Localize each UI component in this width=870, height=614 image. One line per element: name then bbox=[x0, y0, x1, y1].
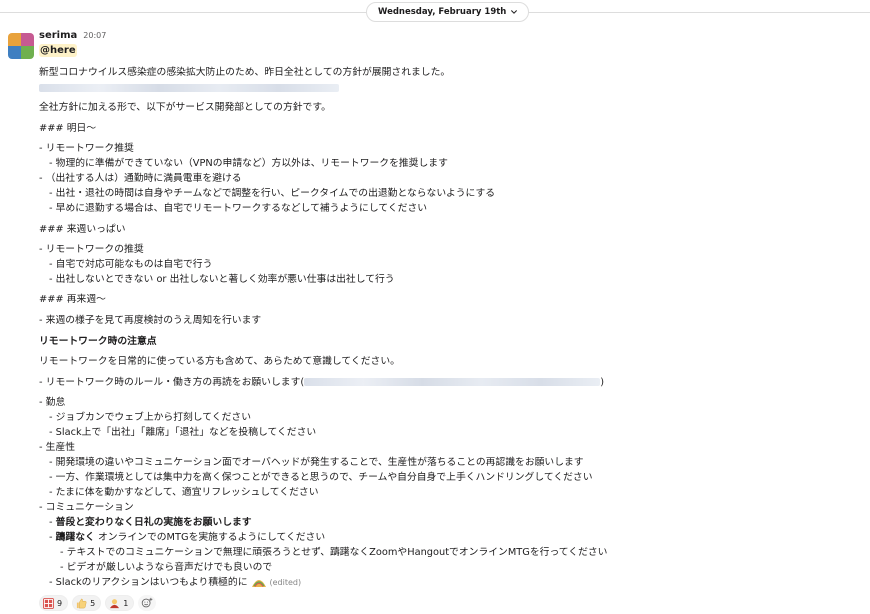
redacted-link[interactable] bbox=[304, 378, 601, 386]
list-item-text: ) bbox=[600, 377, 605, 388]
reaction-thumbs-up[interactable]: 5 bbox=[72, 595, 102, 611]
section-heading: ### 再来週〜 bbox=[39, 294, 106, 305]
list-item: - 勤怠 bbox=[39, 397, 66, 408]
message-line: 新型コロナウイルス感染症の感染拡大防止のため、昨日全社としての方針が展開されまし… bbox=[39, 67, 451, 78]
add-emoji-icon bbox=[142, 597, 153, 608]
bold-text: 普段と変わりなく日礼の実施をお願いします bbox=[55, 517, 252, 528]
list-dash: - bbox=[49, 532, 56, 543]
list-item: - 出社・退社の時間は自身やチームなどで調整を行い、ピークタイムでの出退勤となら… bbox=[49, 188, 496, 199]
date-divider-button[interactable]: Wednesday, February 19th bbox=[366, 2, 530, 22]
list-item: - たまに体を動かすなどして、適宜リフレッシュしてください bbox=[49, 487, 319, 498]
list-item: - Slackのリアクションはいつもより積極的に (edited) bbox=[49, 576, 301, 589]
reaction-bow[interactable]: 1 bbox=[105, 595, 135, 611]
list-item-text: オンラインでのMTGを実施するようにしてください bbox=[94, 532, 326, 543]
message-line: リモートワークを日常的に使っている方も含めて、あらためて意識してください。 bbox=[39, 356, 400, 367]
list-item: - 開発環境の違いやコミュニケーション面でオーバヘッドが発生することで、生産性が… bbox=[49, 457, 584, 468]
edited-label: (edited) bbox=[269, 578, 302, 587]
avatar[interactable] bbox=[8, 33, 34, 59]
section-heading: ### 明日〜 bbox=[39, 123, 97, 134]
reaction-naruhodo[interactable]: 9 bbox=[39, 595, 69, 611]
list-item: - リモートワークの推奨 bbox=[39, 244, 144, 255]
list-item-text: - リモートワーク時のルール・働き方の再読をお願いします( bbox=[39, 377, 305, 388]
list-item: - ジョブカンでウェブ上から打刻してください bbox=[49, 412, 251, 423]
reaction-count: 9 bbox=[57, 598, 63, 608]
list-item: - 生産性 bbox=[39, 442, 76, 453]
bold-text: 躊躇なく bbox=[55, 532, 95, 543]
list-item: - 物理的に準備ができていない（VPNの申請など）方以外は、リモートワークを推奨… bbox=[49, 158, 448, 169]
message: serima 20:07 @here 新型コロナウイルス感染症の感染拡大防止のた… bbox=[39, 30, 859, 611]
list-item: - 躊躇なく オンラインでのMTGを実施するようにしてください bbox=[49, 531, 325, 544]
list-item: - 一方、作業環境としては集中力を高く保つことができると思うので、チームや自分自… bbox=[49, 472, 593, 483]
list-item: - （出社する人は）通勤時に満員電車を避ける bbox=[39, 173, 242, 184]
taco-icon bbox=[251, 579, 266, 587]
naruhodo-icon bbox=[43, 597, 54, 609]
list-item: - 来週の様子を見て再度検討のうえ周知を行います bbox=[39, 315, 262, 326]
reaction-count: 5 bbox=[90, 598, 96, 608]
list-item: - ビデオが厳しいようなら音声だけでも良いので bbox=[60, 562, 273, 573]
reaction-count: 1 bbox=[123, 598, 129, 608]
reactions-bar: 9 5 1 bbox=[39, 595, 157, 611]
bold-heading: リモートワーク時の注意点 bbox=[39, 336, 157, 347]
redacted-link[interactable] bbox=[39, 82, 339, 95]
section-heading: ### 来週いっぱい bbox=[39, 224, 126, 235]
message-header: serima 20:07 bbox=[39, 30, 859, 44]
list-item: - コミュニケーション bbox=[39, 502, 134, 513]
list-item: - 自宅で対応可能なものは自宅で行う bbox=[49, 259, 213, 270]
list-item-text: - Slackのリアクションはいつもより積極的に bbox=[49, 577, 248, 588]
list-item: - 普段と変わりなく日礼の実施をお願いします bbox=[49, 516, 252, 529]
list-item-with-link: - リモートワーク時のルール・働き方の再読をお願いします() bbox=[39, 376, 604, 389]
here-mention[interactable]: @here bbox=[39, 44, 77, 57]
list-dash: - bbox=[49, 517, 56, 528]
date-divider-label: Wednesday, February 19th bbox=[378, 7, 507, 17]
thumbs-up-icon bbox=[77, 598, 87, 608]
timestamp[interactable]: 20:07 bbox=[83, 31, 106, 40]
chevron-down-icon bbox=[511, 10, 518, 14]
message-line: 全社方針に加える形で、以下がサービス開発部としての方針です。 bbox=[39, 102, 331, 113]
username[interactable]: serima bbox=[39, 30, 77, 41]
add-reaction-button[interactable] bbox=[138, 595, 157, 611]
bow-icon bbox=[110, 598, 120, 608]
list-item: - Slack上で「出社」「離席」「退社」などを投稿してください bbox=[49, 427, 317, 438]
list-item: - テキストでのコミュニケーションで無理に頑張ろうとせず、躊躇なくZoomやHa… bbox=[60, 547, 608, 558]
list-item: - 早めに退勤する場合は、自宅でリモートワークするなどして補うようにしてください bbox=[49, 203, 428, 214]
list-item: - 出社しないとできない or 出社しないと著しく効率が悪い仕事は出社して行う bbox=[49, 274, 395, 285]
list-item: - リモートワーク推奨 bbox=[39, 143, 134, 154]
